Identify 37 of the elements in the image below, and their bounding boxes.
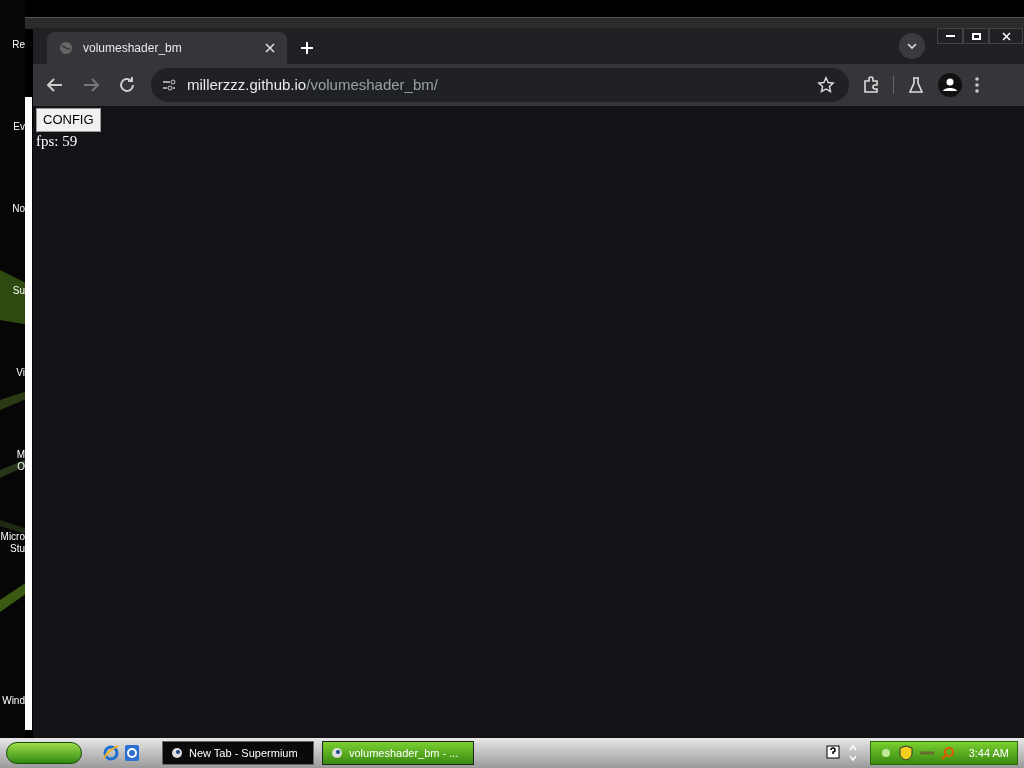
desktop-icon-label[interactable]: Su (0, 285, 25, 297)
plus-icon (300, 41, 314, 55)
url-text: millerzzz.github.io/volumeshader_bm/ (187, 74, 438, 95)
browser-icon (331, 747, 343, 759)
app-quick-launch-icon[interactable] (124, 744, 140, 762)
menu-icon[interactable] (974, 76, 980, 94)
close-button[interactable] (989, 28, 1023, 44)
clock: 3:44 AM (968, 745, 1009, 761)
close-icon (1001, 31, 1011, 41)
extensions-icon[interactable] (861, 75, 881, 95)
maximize-button[interactable] (963, 28, 989, 44)
browser-quick-launch-icon[interactable] (102, 744, 120, 762)
address-bar[interactable]: millerzzz.github.io/volumeshader_bm/ (151, 68, 849, 102)
desktop-icon-label[interactable]: Micro Stu (0, 531, 25, 555)
desktop-icon-label[interactable]: M O (0, 449, 25, 473)
tab-search-button[interactable] (899, 33, 925, 59)
close-tab-icon[interactable] (265, 43, 275, 53)
browser-tab[interactable]: volumeshader_bm (47, 32, 287, 64)
desktop-icon-label[interactable]: Wind (0, 695, 25, 707)
taskbar-button[interactable]: New Tab - Supermium (162, 741, 314, 765)
globe-icon (59, 41, 73, 55)
desktop-icon-label[interactable]: No (0, 203, 25, 215)
browser-icon (171, 747, 183, 759)
profile-icon[interactable] (938, 73, 962, 97)
help-icon[interactable] (826, 745, 840, 761)
config-button[interactable]: CONFIG (36, 108, 101, 132)
shield-icon[interactable] (899, 745, 913, 761)
bookmark-star-icon[interactable] (817, 76, 835, 94)
fps-counter: fps: 59 (36, 131, 78, 150)
minimize-button[interactable] (937, 28, 963, 44)
flask-icon[interactable] (906, 75, 926, 95)
desktop-icon-label[interactable]: Ev (0, 121, 25, 133)
tab-title: volumeshader_bm (83, 40, 182, 57)
start-button[interactable] (6, 742, 82, 764)
chevron-down-icon (907, 43, 917, 49)
desktop-icon-label[interactable]: Re (0, 39, 25, 51)
desktop-icon-label[interactable]: Vi (0, 367, 25, 379)
